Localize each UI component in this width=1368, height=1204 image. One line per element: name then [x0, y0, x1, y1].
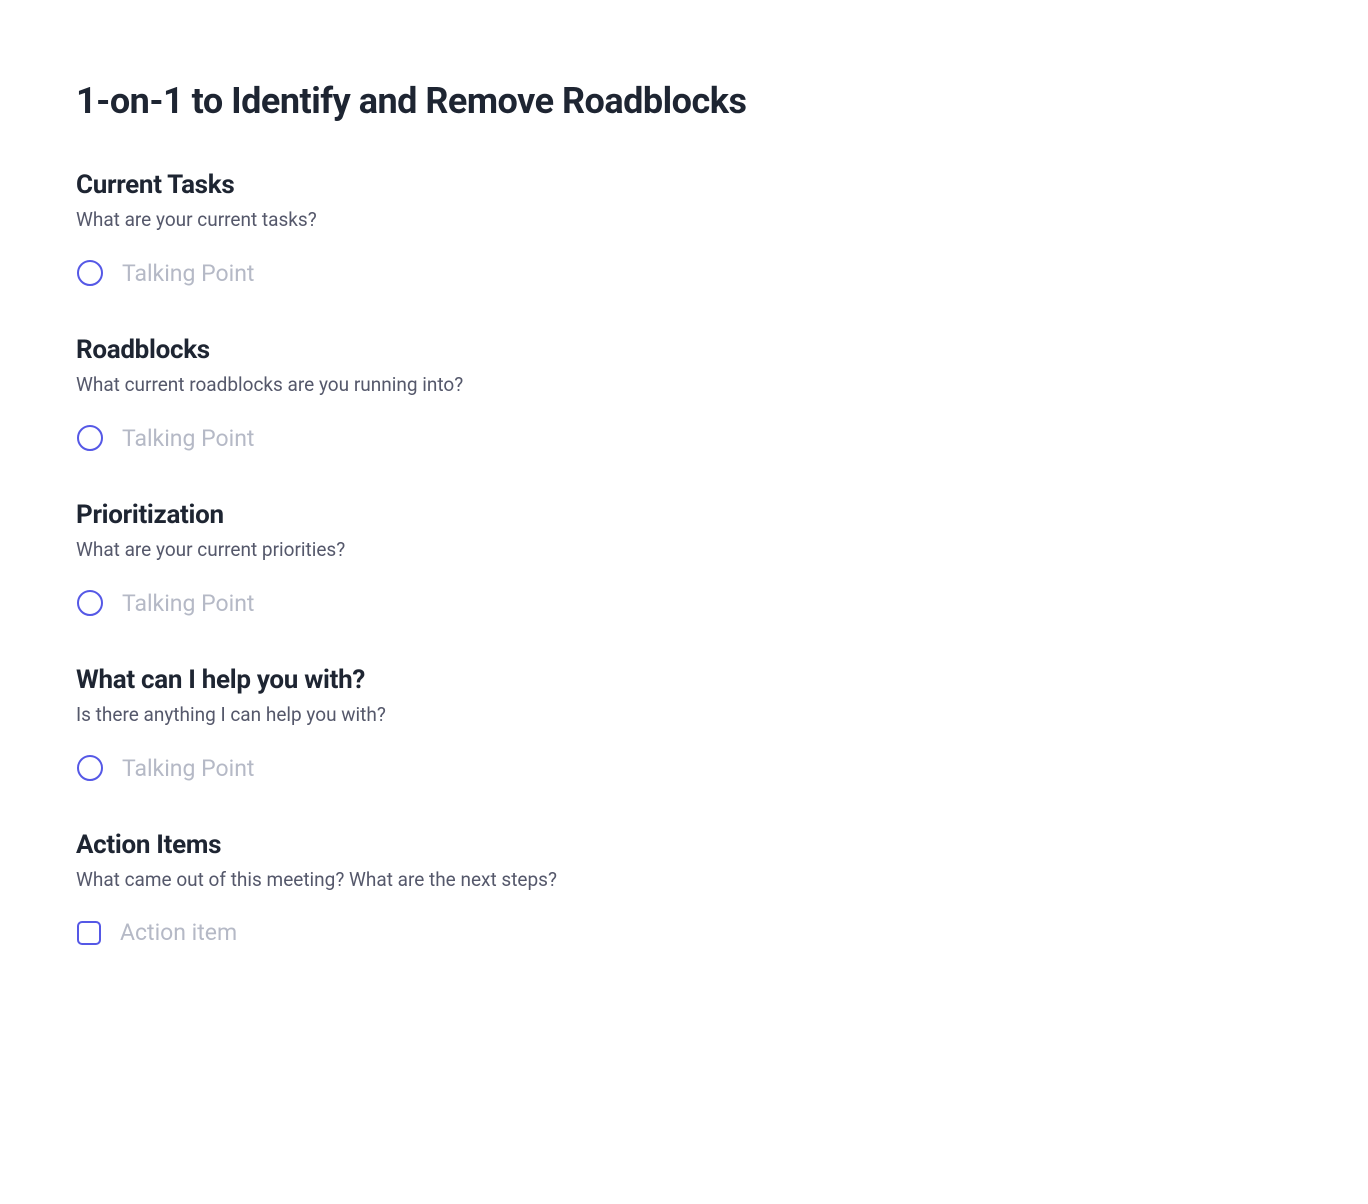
section-heading: Action Items — [76, 830, 1292, 860]
section-heading: Current Tasks — [76, 170, 1292, 200]
section-prompt: What came out of this meeting? What are … — [76, 868, 1292, 891]
circle-icon[interactable] — [76, 589, 104, 617]
talking-point-row[interactable]: Talking Point — [76, 754, 1292, 782]
action-item-row[interactable]: Action item — [76, 919, 1292, 946]
section-prompt: Is there anything I can help you with? — [76, 703, 1292, 726]
talking-point-row[interactable]: Talking Point — [76, 589, 1292, 617]
section-heading: What can I help you with? — [76, 665, 1292, 695]
talking-point-input[interactable]: Talking Point — [122, 755, 422, 782]
section-action-items: Action Items What came out of this meeti… — [76, 830, 1292, 946]
section-heading: Prioritization — [76, 500, 1292, 530]
page-title: 1-on-1 to Identify and Remove Roadblocks — [76, 80, 1292, 122]
section-current-tasks: Current Tasks What are your current task… — [76, 170, 1292, 287]
section-prompt: What current roadblocks are you running … — [76, 373, 1292, 396]
section-prioritization: Prioritization What are your current pri… — [76, 500, 1292, 617]
section-prompt: What are your current tasks? — [76, 208, 1292, 231]
talking-point-input[interactable]: Talking Point — [122, 260, 422, 287]
section-prompt: What are your current priorities? — [76, 538, 1292, 561]
section-heading: Roadblocks — [76, 335, 1292, 365]
circle-icon[interactable] — [76, 259, 104, 287]
talking-point-row[interactable]: Talking Point — [76, 259, 1292, 287]
circle-icon[interactable] — [76, 754, 104, 782]
circle-icon[interactable] — [76, 424, 104, 452]
section-roadblocks: Roadblocks What current roadblocks are y… — [76, 335, 1292, 452]
talking-point-input[interactable]: Talking Point — [122, 425, 422, 452]
talking-point-row[interactable]: Talking Point — [76, 424, 1292, 452]
talking-point-input[interactable]: Talking Point — [122, 590, 422, 617]
action-item-input[interactable]: Action item — [120, 919, 420, 946]
checkbox-icon[interactable] — [76, 920, 102, 946]
section-help: What can I help you with? Is there anyth… — [76, 665, 1292, 782]
